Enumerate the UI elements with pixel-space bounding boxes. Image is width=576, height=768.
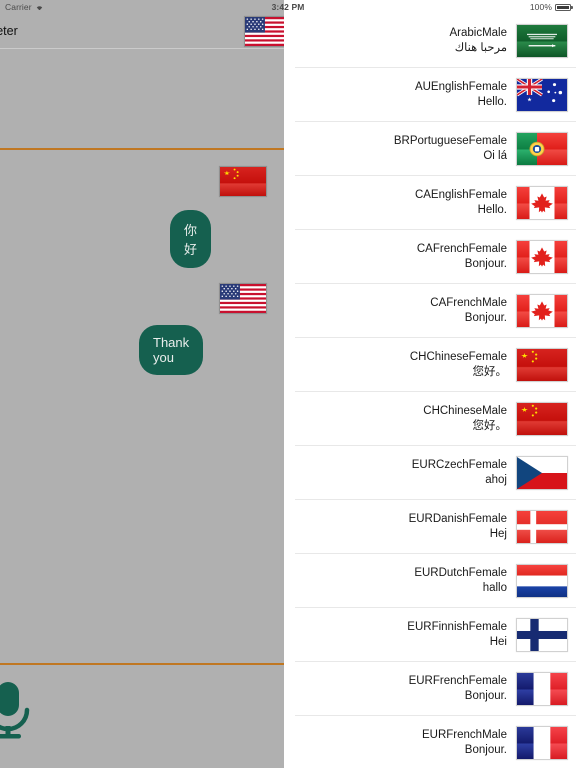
list-item[interactable]: ArabicMale مرحبا هناك bbox=[284, 14, 576, 68]
voice-sample: Bonjour. bbox=[464, 258, 507, 270]
list-item-texts: EURFrenchFemale Bonjour. bbox=[409, 674, 507, 703]
conversation-area: 你好 Thank you bbox=[0, 150, 284, 663]
dk-flag-icon bbox=[516, 510, 568, 544]
voice-name: BRPortugueseFemale bbox=[393, 135, 507, 148]
voice-list: ArabicMale مرحبا هناك AUEnglishFemale He… bbox=[284, 14, 576, 768]
battery-percent-label: 100% bbox=[529, 2, 552, 12]
us-flag-icon bbox=[219, 283, 267, 314]
list-item-texts: ArabicMale مرحبا هناك bbox=[449, 26, 507, 55]
voice-sample: Bonjour. bbox=[464, 312, 507, 324]
list-item[interactable]: CAFrenchFemale Bonjour. bbox=[284, 230, 576, 284]
list-item[interactable]: CAEnglishFemale Hello. bbox=[284, 176, 576, 230]
list-item-texts: CAFrenchMale Bonjour. bbox=[430, 296, 507, 325]
list-item-texts: EURFrenchMale Bonjour. bbox=[422, 728, 507, 757]
interpreter-header: erpreter bbox=[0, 14, 284, 48]
list-item[interactable]: EURFinnishFemale Hei bbox=[284, 608, 576, 662]
message-item: Thank you bbox=[0, 150, 267, 375]
fr-flag-icon bbox=[516, 726, 568, 760]
voice-sample: ahoj bbox=[485, 474, 507, 486]
voice-sample: 您好。 bbox=[472, 420, 508, 432]
cn-flag-icon bbox=[516, 348, 568, 382]
status-bar: Carrier 3:42 PM 100% bbox=[0, 0, 576, 14]
list-item-texts: CHChineseMale 您好。 bbox=[423, 404, 507, 433]
voice-name: CAEnglishFemale bbox=[414, 189, 507, 202]
voice-sample: Hello. bbox=[477, 96, 507, 108]
page-title: erpreter bbox=[0, 24, 18, 38]
voice-name: CHChineseMale bbox=[423, 405, 507, 418]
list-item[interactable]: CHChineseFemale 您好。 bbox=[284, 338, 576, 392]
list-item-texts: BRPortugueseFemale Oi lá bbox=[394, 134, 507, 163]
sa-flag-icon bbox=[516, 24, 568, 58]
cn-flag-icon bbox=[219, 166, 267, 197]
list-item[interactable]: CAFrenchMale Bonjour. bbox=[284, 284, 576, 338]
fi-flag-icon bbox=[516, 618, 568, 652]
list-item-texts: EURDanishFemale Hej bbox=[409, 512, 507, 541]
voice-name: EURFinnishFemale bbox=[407, 621, 507, 634]
list-item[interactable]: EURFrenchFemale Bonjour. bbox=[284, 662, 576, 716]
fr-flag-icon bbox=[516, 672, 568, 706]
list-item[interactable]: EURFrenchMale Bonjour. bbox=[284, 716, 576, 768]
app-screen: Carrier 3:42 PM 100% erpreter bbox=[0, 0, 576, 768]
voice-name: EURFrenchFemale bbox=[408, 675, 507, 688]
nl-flag-icon bbox=[516, 564, 568, 598]
list-item[interactable]: EURDutchFemale hallo bbox=[284, 554, 576, 608]
voice-name: EURDanishFemale bbox=[408, 513, 507, 526]
ca-flag-icon bbox=[516, 240, 568, 274]
voice-name: AUEnglishFemale bbox=[414, 81, 507, 94]
list-item[interactable]: EURCzechFemale ahoj bbox=[284, 446, 576, 500]
interpreter-panel: erpreter bbox=[0, 0, 284, 768]
list-item[interactable]: EURDanishFemale Hej bbox=[284, 500, 576, 554]
list-item-texts: CAEnglishFemale Hello. bbox=[415, 188, 507, 217]
message-bubble[interactable]: Thank you bbox=[139, 325, 204, 375]
ca-flag-icon bbox=[516, 186, 568, 220]
header-hairline bbox=[0, 48, 284, 49]
list-item-texts: AUEnglishFemale Hello. bbox=[415, 80, 507, 109]
voice-sample: Hei bbox=[489, 636, 507, 648]
voice-sample: Bonjour. bbox=[464, 744, 507, 756]
voice-list-panel[interactable]: ArabicMale مرحبا هناك AUEnglishFemale He… bbox=[284, 0, 576, 768]
voice-sample: Bonjour. bbox=[464, 690, 507, 702]
us-flag-icon[interactable] bbox=[244, 15, 284, 47]
list-item-texts: CHChineseFemale 您好。 bbox=[410, 350, 507, 379]
battery-full-icon bbox=[555, 3, 573, 11]
list-item-texts: EURCzechFemale ahoj bbox=[412, 458, 507, 487]
list-item-texts: EURFinnishFemale Hei bbox=[407, 620, 507, 649]
au-flag-icon bbox=[516, 78, 568, 112]
voice-sample: 您好。 bbox=[472, 366, 508, 378]
voice-name: CAFrenchFemale bbox=[416, 243, 507, 256]
voice-name: CHChineseFemale bbox=[409, 351, 507, 364]
status-bar-right: 100% bbox=[529, 2, 573, 12]
voice-name: EURCzechFemale bbox=[411, 459, 507, 472]
voice-name: EURDutchFemale bbox=[414, 567, 507, 580]
conversation-bottom-divider bbox=[0, 663, 284, 665]
voice-name: ArabicMale bbox=[449, 27, 507, 40]
voice-name: EURFrenchMale bbox=[422, 729, 507, 742]
list-item[interactable]: CHChineseMale 您好。 bbox=[284, 392, 576, 446]
list-item[interactable]: AUEnglishFemale Hello. bbox=[284, 68, 576, 122]
microphone-icon[interactable] bbox=[0, 680, 38, 744]
list-item-texts: EURDutchFemale hallo bbox=[414, 566, 507, 595]
voice-sample: hallo bbox=[482, 582, 507, 594]
voice-name: CAFrenchMale bbox=[430, 297, 507, 310]
message-bubble[interactable]: 你好 bbox=[170, 210, 212, 268]
clock-label: 3:42 PM bbox=[271, 2, 305, 12]
cn-flag-icon bbox=[516, 402, 568, 436]
voice-sample: مرحبا هناك bbox=[454, 42, 507, 54]
voice-sample: Oi lá bbox=[483, 150, 507, 162]
pt-flag-icon bbox=[516, 132, 568, 166]
list-item-texts: CAFrenchFemale Bonjour. bbox=[417, 242, 507, 271]
list-item[interactable]: BRPortugueseFemale Oi lá bbox=[284, 122, 576, 176]
cz-flag-icon bbox=[516, 456, 568, 490]
voice-sample: Hej bbox=[489, 528, 507, 540]
voice-sample: Hello. bbox=[477, 204, 507, 216]
ca-flag-icon bbox=[516, 294, 568, 328]
